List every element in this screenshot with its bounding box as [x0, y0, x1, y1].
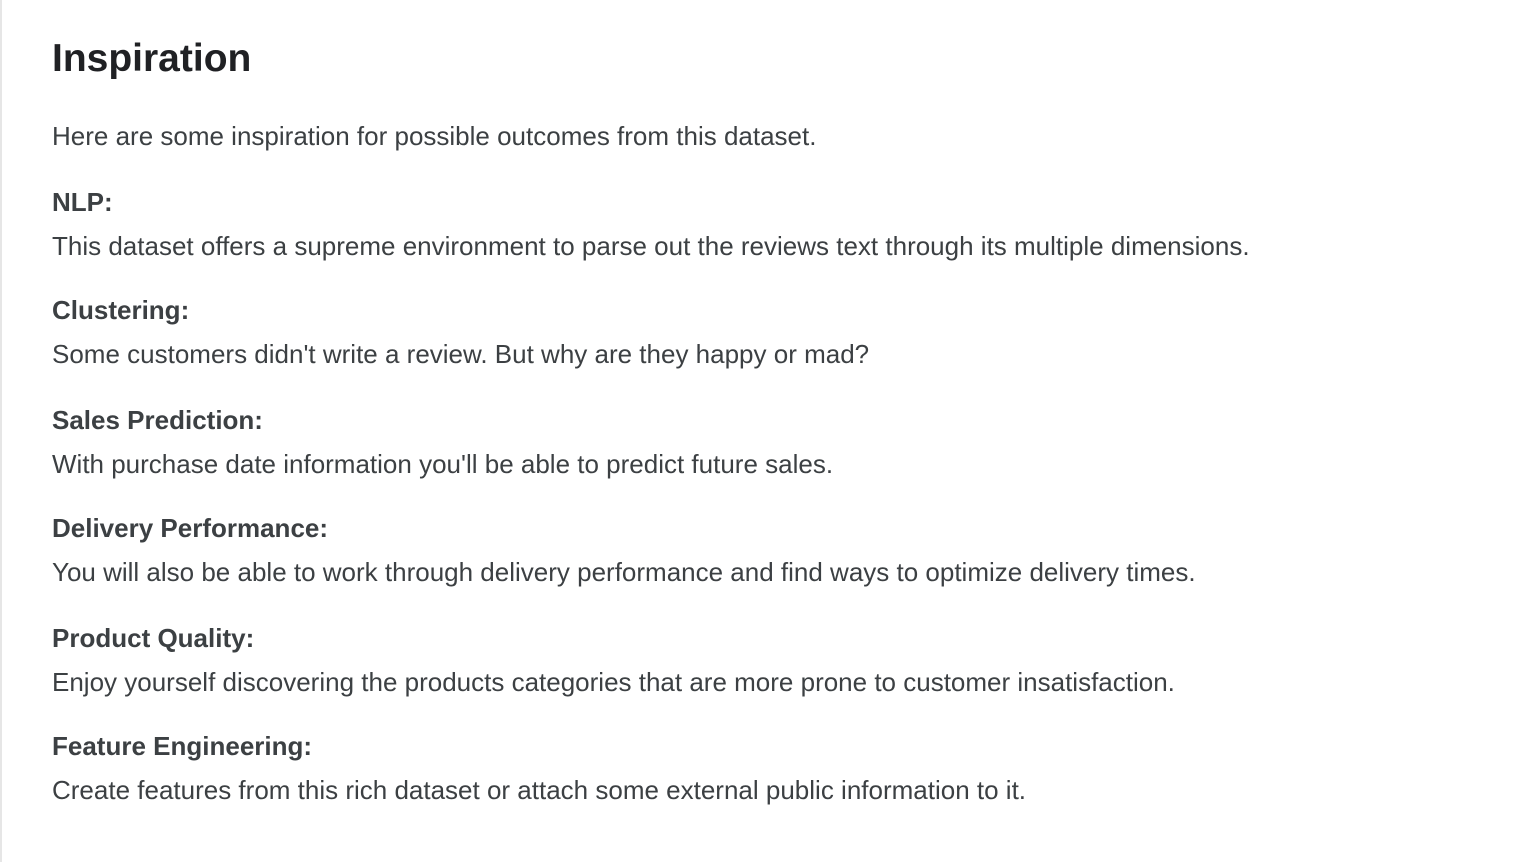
- section-text-nlp: This dataset offers a supreme environmen…: [52, 231, 1250, 261]
- intro-text: Here are some inspiration for possible o…: [52, 121, 817, 151]
- section-text-clustering: Some customers didn't write a review. Bu…: [52, 339, 870, 369]
- section-text-product-quality: Enjoy yourself discovering the products …: [52, 667, 1175, 697]
- section-heading-delivery-performance: Delivery Performance:: [52, 513, 329, 543]
- section-heading-product-quality: Product Quality:: [52, 623, 255, 653]
- section-heading-feature-engineering: Feature Engineering:: [52, 731, 313, 761]
- section-text-sales-prediction: With purchase date information you'll be…: [52, 449, 834, 479]
- section-heading-sales-prediction: Sales Prediction:: [52, 405, 263, 435]
- section-text-feature-engineering: Create features from this rich dataset o…: [52, 775, 1027, 805]
- inspiration-page: Inspiration Here are some inspiration fo…: [0, 0, 1514, 862]
- section-heading-nlp: NLP:: [52, 187, 113, 217]
- page-title: Inspiration: [52, 37, 252, 80]
- section-text-delivery-performance: You will also be able to work through de…: [52, 557, 1196, 587]
- section-heading-clustering: Clustering:: [52, 295, 190, 325]
